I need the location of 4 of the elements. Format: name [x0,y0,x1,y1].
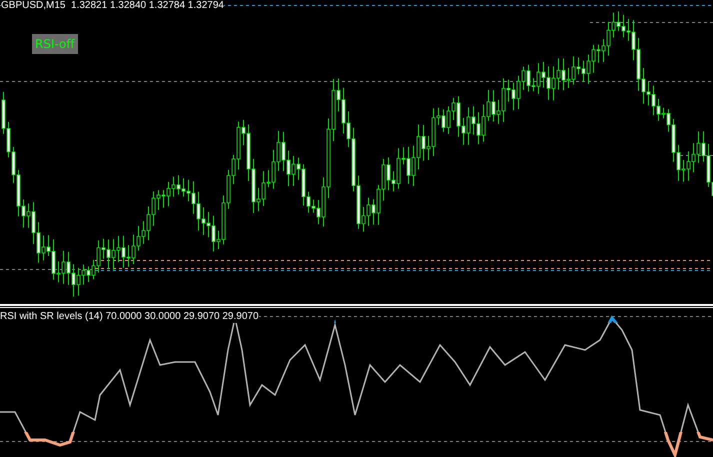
indicator-label: RSI with SR levels (14) 70.0000 30.0000 29.9070 29.9070 [0,311,259,323]
level-line [680,155,713,156]
rsi-toggle-button[interactable]: RSI-off [32,34,78,54]
chart-title: GBPUSD,M15 1.32821 1.32840 1.32784 1.32794 [1,0,224,12]
